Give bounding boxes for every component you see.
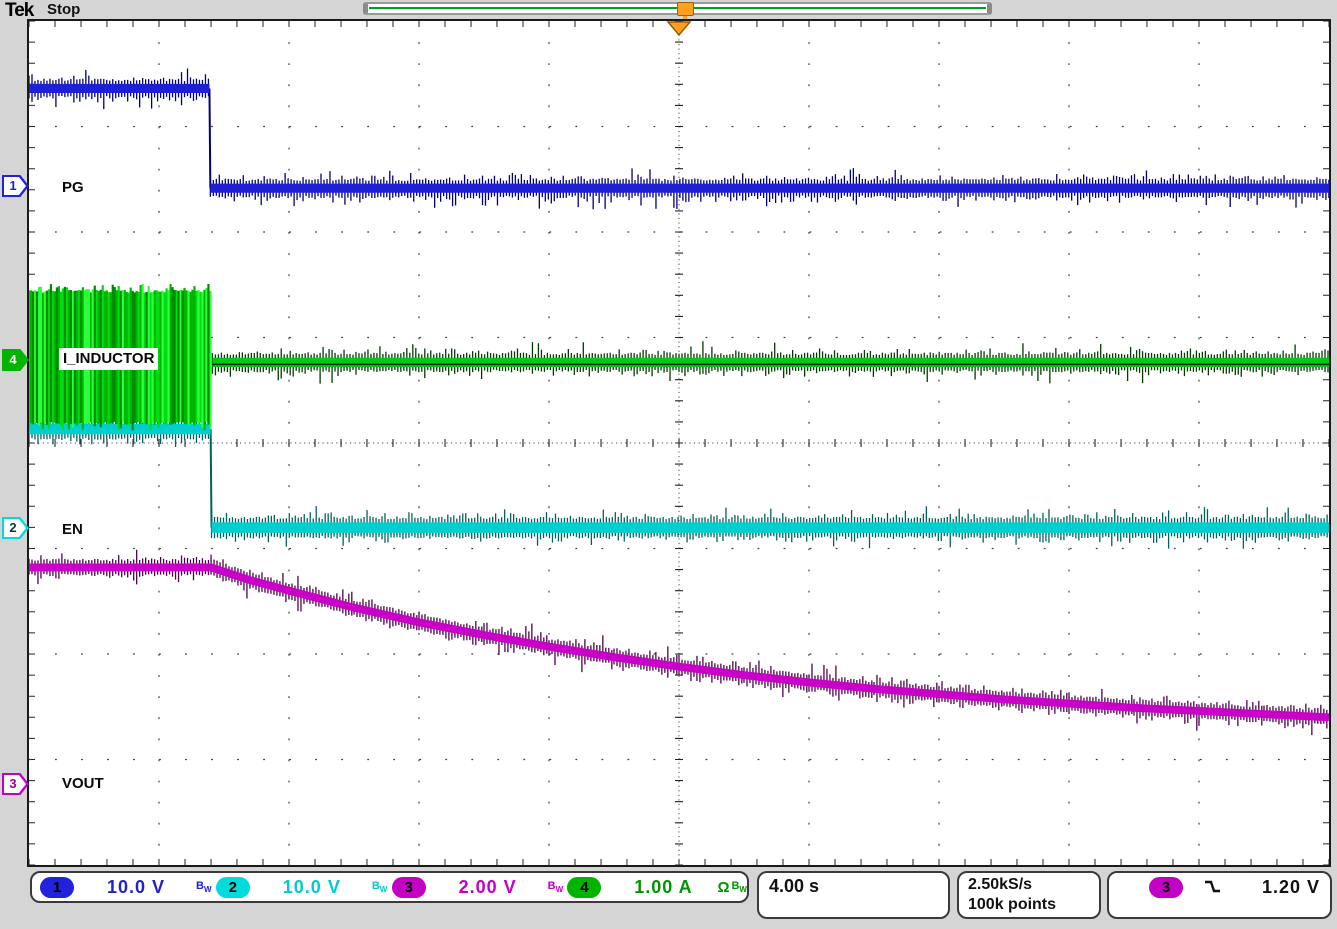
record-length: 100k points xyxy=(968,895,1099,915)
timebase-scale: 4.00 s xyxy=(769,876,819,896)
channel-3-badge: 3 xyxy=(392,877,426,898)
channel-scale-readouts[interactable]: 1 10.0 V BW 2 10.0 V BW 3 2.00 V BW 4 1.… xyxy=(30,871,749,903)
channel-1-position-marker[interactable]: 1 xyxy=(2,175,29,197)
channel-4-position-marker[interactable]: 4 xyxy=(2,349,29,371)
channel-3-readout: 3 2.00 V BW xyxy=(392,877,568,898)
trigger-source-badge: 3 xyxy=(1149,877,1183,898)
trigger-level: 1.20 V xyxy=(1262,877,1320,898)
bottom-readout-bar: 1 10.0 V BW 2 10.0 V BW 3 2.00 V BW 4 1.… xyxy=(0,867,1337,929)
acquisition-status: Stop xyxy=(47,1,80,18)
sample-rate: 2.50kS/s xyxy=(968,875,1099,895)
graticule: PG I_INDUCTOR EN VOUT xyxy=(27,19,1331,867)
channel-4-marker-number: 4 xyxy=(9,353,16,367)
ohm-coupling-icon: Ω xyxy=(717,879,729,896)
acquisition-readout[interactable]: 2.50kS/s 100k points xyxy=(957,871,1101,919)
channel-label-en: EN xyxy=(62,520,83,540)
channel-3-position-marker[interactable]: 3 xyxy=(2,773,29,795)
channel-4-scale: 1.00 A xyxy=(615,877,711,898)
channel-1-marker-number: 1 xyxy=(9,179,16,193)
channel-3-scale: 2.00 V xyxy=(440,877,536,898)
channel-1-scale: 10.0 V xyxy=(88,877,184,898)
channel-1-readout: 1 10.0 V BW xyxy=(40,877,216,898)
bandwidth-limit-icon: BW xyxy=(372,880,388,894)
record-view-bar[interactable] xyxy=(363,2,992,15)
channel-2-badge: 2 xyxy=(216,877,250,898)
bandwidth-limit-icon: BW xyxy=(731,880,747,894)
bandwidth-limit-icon: BW xyxy=(548,880,564,894)
channel-2-marker-number: 2 xyxy=(9,521,16,535)
channel-2-position-marker[interactable]: 2 xyxy=(2,517,29,539)
trigger-position-flag[interactable] xyxy=(677,2,694,16)
channel-label-vout: VOUT xyxy=(62,774,104,794)
channel-label-i-inductor: I_INDUCTOR xyxy=(59,348,158,370)
channel-2-readout: 2 10.0 V BW xyxy=(216,877,392,898)
channel-3-marker-number: 3 xyxy=(9,777,16,791)
channel-4-readout: 4 1.00 A Ω BW xyxy=(567,877,747,898)
top-status-bar: Tek Stop xyxy=(0,0,1337,19)
oscilloscope-screen: Tek Stop PG I_INDUCTOR EN VOUT 1 4 2 3 1… xyxy=(0,0,1337,929)
falling-edge-icon xyxy=(1203,879,1223,895)
channel-2-scale: 10.0 V xyxy=(264,877,360,898)
timebase-readout[interactable]: 4.00 s xyxy=(757,871,950,919)
waveform-canvas xyxy=(29,21,1329,865)
bandwidth-limit-icon: BW xyxy=(196,880,212,894)
channel-label-pg: PG xyxy=(62,178,84,198)
trigger-readout[interactable]: 3 1.20 V xyxy=(1107,871,1332,919)
channel-4-badge: 4 xyxy=(567,877,601,898)
channel-1-badge: 1 xyxy=(40,877,74,898)
